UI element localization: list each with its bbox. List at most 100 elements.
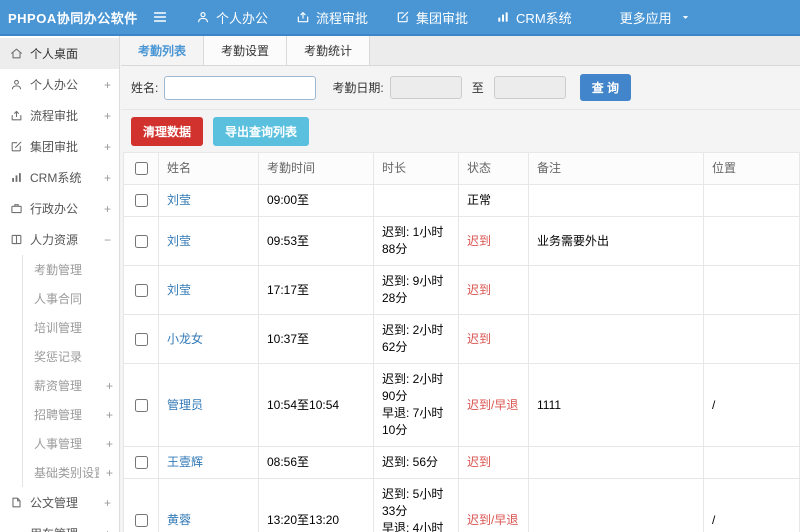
employee-name-link[interactable]: 黄蓉 (167, 513, 191, 527)
row-checkbox[interactable] (134, 283, 148, 297)
table-body: 刘莹 09:00至 正常 刘莹 09:53至 迟到: 1小时88分 迟到 业务需… (123, 184, 800, 532)
table-row: 小龙女 10:37至 迟到: 2小时62分 迟到 (123, 314, 800, 364)
duration-cell (373, 184, 459, 217)
sidebar-item[interactable]: 人事合同 (22, 284, 119, 313)
row-checkbox[interactable] (134, 194, 148, 208)
sidebar-item[interactable]: 流程审批 + (0, 100, 119, 131)
attendance-time-cell: 17:17至 (258, 265, 374, 315)
table-header-row: 姓名 考勤时间 时长 状态 备注 位置 (123, 152, 800, 185)
expand-toggle-icon[interactable]: + (104, 527, 111, 532)
expand-toggle-icon[interactable]: + (106, 466, 113, 480)
sidebar-item[interactable]: 培训管理 (22, 313, 119, 342)
expand-toggle-icon[interactable]: + (106, 379, 113, 393)
column-header: 时长 (373, 152, 459, 185)
sidebar-item-label: CRM系统 (30, 171, 82, 185)
top-nav-label: 个人办公 (216, 10, 269, 26)
expand-toggle-icon[interactable]: + (104, 109, 111, 123)
duration-late: 迟到: 2小时62分 (382, 323, 444, 354)
sidebar-item-label: 考勤管理 (34, 263, 83, 277)
sidebar-item-label: 人事合同 (34, 292, 83, 306)
column-header: 状态 (458, 152, 529, 185)
expand-toggle-icon[interactable]: + (104, 78, 111, 92)
location-cell: / (703, 478, 800, 532)
tab[interactable]: 考勤统计 (287, 36, 371, 65)
column-header: 姓名 (158, 152, 259, 185)
duration-late: 迟到: 2小时90分 (382, 372, 444, 403)
top-nav-item[interactable]: 集团审批 (396, 8, 468, 27)
top-nav-item[interactable]: CRM系统 (496, 8, 572, 27)
expand-toggle-icon[interactable]: + (104, 496, 111, 510)
sidebar-item[interactable]: 人事管理 + (22, 429, 119, 458)
top-nav-item[interactable]: 流程审批 (296, 8, 368, 27)
date-from-input[interactable] (389, 76, 462, 99)
note-cell (528, 446, 704, 479)
sidebar-item[interactable]: 招聘管理 + (22, 400, 119, 429)
tab[interactable]: 考勤设置 (204, 36, 288, 65)
top-nav-item[interactable]: 更多应用 (600, 8, 691, 27)
sidebar-item-label: 流程审批 (30, 109, 79, 123)
column-header: 备注 (528, 152, 704, 185)
row-checkbox[interactable] (134, 398, 148, 412)
duration-cell: 迟到: 2小时62分 (373, 314, 459, 364)
sidebar-item[interactable]: 考勤管理 (22, 255, 119, 284)
query-button[interactable]: 查 询 (579, 74, 632, 101)
expand-toggle-icon[interactable]: + (104, 202, 111, 216)
export-list-button[interactable]: 导出查询列表 (213, 117, 310, 146)
sidebar-item-label: 奖惩记录 (34, 350, 83, 364)
sidebar-item[interactable]: 基础类别设置 + (22, 458, 119, 487)
select-all-checkbox[interactable] (134, 162, 148, 176)
attendance-table: 姓名 考勤时间 时长 状态 备注 位置 刘莹 09:00至 正常 刘莹 09:5… (123, 152, 800, 532)
expand-toggle-icon[interactable]: − (104, 233, 111, 247)
sidebar-item[interactable]: 行政办公 + (0, 193, 119, 224)
edit-icon (10, 140, 23, 153)
expand-toggle-icon[interactable]: + (106, 437, 113, 451)
expand-toggle-icon[interactable]: + (106, 408, 113, 422)
chart-icon (496, 10, 510, 24)
employee-name-link[interactable]: 刘莹 (167, 234, 191, 248)
duration-late: 迟到: 56分 (382, 455, 439, 469)
briefcase-icon (10, 202, 23, 215)
top-nav-item[interactable]: 个人办公 (196, 8, 268, 27)
employee-name-link[interactable]: 刘莹 (167, 283, 191, 297)
top-nav-label: 集团审批 (416, 10, 469, 26)
location-cell (703, 314, 800, 364)
duration-cell: 迟到: 5小时33分 早退: 4小时67分 (373, 478, 459, 532)
employee-name-link[interactable]: 管理员 (167, 398, 203, 412)
home-icon (10, 47, 23, 60)
clean-data-button[interactable]: 清理数据 (131, 117, 204, 146)
duration-cell: 迟到: 2小时90分 早退: 7小时10分 (373, 363, 459, 447)
table-row: 王壹辉 08:56至 迟到: 56分 迟到 (123, 446, 800, 479)
expand-toggle-icon[interactable]: + (104, 140, 111, 154)
sidebar-item[interactable]: 奖惩记录 (22, 342, 119, 371)
expand-toggle-icon[interactable]: + (104, 171, 111, 185)
employee-name-link[interactable]: 王壹辉 (167, 455, 203, 469)
row-checkbox[interactable] (134, 234, 148, 248)
sidebar-item[interactable]: 用车管理 + (0, 518, 119, 532)
sidebar-item[interactable]: 公文管理 + (0, 487, 119, 518)
location-cell (703, 216, 800, 266)
sidebar-item[interactable]: 人力资源 − (0, 224, 119, 255)
sidebar-item[interactable]: CRM系统 + (0, 162, 119, 193)
employee-name-link[interactable]: 刘莹 (167, 193, 191, 207)
tab[interactable]: 考勤列表 (121, 36, 205, 65)
duration-early: 早退: 7小时10分 (382, 406, 444, 437)
date-to-input[interactable] (493, 76, 566, 99)
note-cell (528, 265, 704, 315)
row-checkbox[interactable] (134, 456, 148, 470)
attendance-time-cell: 09:00至 (258, 184, 374, 217)
name-input[interactable] (164, 75, 317, 100)
sidebar-item[interactable]: 集团审批 + (0, 131, 119, 162)
sidebar-item[interactable]: 个人桌面 (0, 38, 119, 69)
row-checkbox[interactable] (134, 513, 148, 527)
duration-cell: 迟到: 9小时28分 (373, 265, 459, 315)
note-cell: 业务需要外出 (528, 216, 704, 266)
menu-icon (152, 9, 168, 25)
duration-late: 迟到: 1小时88分 (382, 225, 444, 256)
employee-name-link[interactable]: 小龙女 (167, 332, 203, 346)
sidebar-toggle-button[interactable] (152, 9, 168, 25)
sidebar-item[interactable]: 薪资管理 + (22, 371, 119, 400)
row-checkbox[interactable] (134, 332, 148, 346)
to-label: 至 (471, 81, 484, 95)
note-cell: 1111 (528, 363, 704, 447)
sidebar-item[interactable]: 个人办公 + (0, 69, 119, 100)
